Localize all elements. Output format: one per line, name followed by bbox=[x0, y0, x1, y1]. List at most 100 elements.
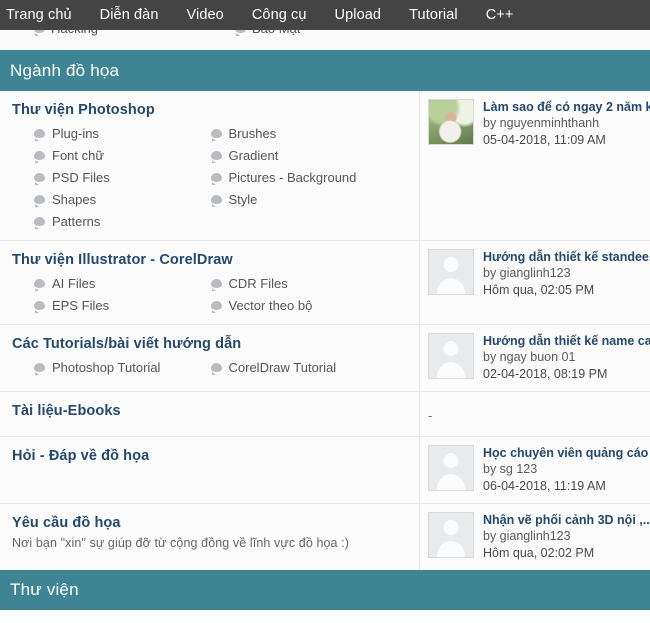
subforum-label: Photoshop Tutorial bbox=[52, 360, 161, 375]
forum-row: Hỏi - Đáp về đồ họa Học chuyên viên quảng… bbox=[0, 437, 650, 504]
forum-row: Thư viện Photoshop Plug-ins Font chữ PSD Fi… bbox=[0, 91, 650, 241]
forum-title-link[interactable]: Các Tutorials/bài viết hướng dẫn bbox=[12, 336, 409, 352]
subforum-link-bao-mat[interactable]: Bảo Mật bbox=[235, 30, 460, 36]
last-post-author[interactable]: by gianglinh123 bbox=[483, 265, 650, 282]
subforum-link[interactable]: Style bbox=[210, 192, 410, 207]
last-post-thread-link[interactable]: Hướng dẫn thiết kế name car... bbox=[483, 333, 650, 349]
last-post-date: 06-04-2018, 11:19 AM bbox=[483, 479, 606, 493]
subforum-link[interactable]: CorelDraw Tutorial bbox=[210, 360, 410, 375]
last-post-thread-link[interactable]: Làm sao để có ngay 2 năm kin... bbox=[483, 99, 650, 115]
subforum-link-hacking[interactable]: Hacking bbox=[34, 30, 230, 36]
speech-bubble-icon bbox=[34, 279, 45, 291]
forum-title-link[interactable]: Thư viện Photoshop bbox=[12, 102, 409, 118]
subforum-column: Photoshop Tutorial bbox=[12, 360, 211, 375]
last-post-cell: Nhận vẽ phối cảnh 3D nội ,... by gianglin… bbox=[420, 504, 650, 570]
forum-description: Nơi bạn "xin" sự giúp đỡ từ cộng đồng về… bbox=[12, 536, 350, 550]
section-title: Ngành đồ họa bbox=[10, 61, 120, 80]
avatar[interactable] bbox=[428, 512, 474, 558]
subforum-link[interactable]: EPS Files bbox=[34, 298, 211, 313]
clipped-subforum-row: Hacking Bảo Mật bbox=[0, 30, 650, 52]
last-post-cell: Hướng dẫn thiết kế name car... by ngay bu… bbox=[420, 325, 650, 391]
speech-bubble-icon bbox=[210, 173, 222, 185]
speech-bubble-icon bbox=[210, 301, 222, 313]
forum-info: Thư viện Illustrator - CorelDraw AI Files… bbox=[0, 241, 420, 324]
avatar[interactable] bbox=[428, 445, 474, 491]
speech-bubble-icon bbox=[34, 301, 45, 313]
last-post-text: Làm sao để có ngay 2 năm kin...by nguyen… bbox=[483, 99, 650, 149]
subforum-link[interactable]: Vector theo bộ bbox=[210, 298, 410, 313]
last-post-cell: - bbox=[420, 392, 650, 436]
nav-trang-chu[interactable]: Trang chủ bbox=[0, 7, 86, 23]
subforum-label: CorelDraw Tutorial bbox=[228, 360, 337, 375]
speech-bubble-icon bbox=[210, 279, 222, 291]
last-post-date: Hôm qua, 02:05 PM bbox=[483, 283, 595, 297]
last-post-text: Học chuyên viên quảng cáo ở...by sg 1230… bbox=[483, 445, 650, 495]
subforum-link[interactable]: Brushes bbox=[210, 126, 410, 141]
avatar[interactable] bbox=[428, 333, 474, 379]
last-post-author[interactable]: by sg 123 bbox=[483, 461, 650, 478]
subforum-link[interactable]: Plug-ins bbox=[34, 126, 211, 141]
subforum-list: AI Files EPS Files CDR Files Vector theo bộ bbox=[12, 276, 409, 313]
subforum-link[interactable]: CDR Files bbox=[210, 276, 410, 291]
subforum-link[interactable]: Photoshop Tutorial bbox=[34, 360, 211, 375]
section-header-thu-vien: Thư viện bbox=[0, 572, 650, 610]
last-post-thread-link[interactable]: Học chuyên viên quảng cáo ở... bbox=[483, 445, 650, 461]
subforum-link[interactable]: Font chữ bbox=[34, 148, 211, 163]
subforum-column: CDR Files Vector theo bộ bbox=[210, 276, 410, 313]
subforum-label: Brushes bbox=[228, 126, 277, 141]
forum-title-link[interactable]: Yêu cầu đồ họa bbox=[12, 515, 409, 531]
forum-title-link[interactable]: Thư viện Illustrator - CorelDraw bbox=[12, 252, 409, 268]
forum-row: Yêu cầu đồ họa Nơi bạn "xin" sự giúp đỡ t… bbox=[0, 504, 650, 572]
speech-bubble-icon bbox=[235, 30, 246, 36]
forum-row: Các Tutorials/bài viết hướng dẫn Photosho… bbox=[0, 325, 650, 392]
subforum-link[interactable]: Patterns bbox=[34, 214, 211, 229]
forum-title-link[interactable]: Hỏi - Đáp về đồ họa bbox=[12, 448, 409, 464]
subforum-link[interactable]: Pictures - Background bbox=[210, 170, 410, 185]
speech-bubble-icon bbox=[210, 363, 222, 375]
speech-bubble-icon bbox=[210, 151, 222, 163]
subforum-link[interactable]: AI Files bbox=[34, 276, 211, 291]
subforum-label: Shapes bbox=[52, 192, 97, 207]
last-post-thread-link[interactable]: Nhận vẽ phối cảnh 3D nội ,... bbox=[483, 512, 650, 528]
subforum-label: Style bbox=[228, 192, 258, 207]
speech-bubble-icon bbox=[34, 173, 45, 185]
speech-bubble-icon bbox=[34, 151, 45, 163]
subforum-column: Plug-ins Font chữ PSD Files Shapes Patterns bbox=[12, 126, 211, 229]
speech-bubble-icon bbox=[34, 217, 45, 229]
avatar[interactable] bbox=[428, 249, 474, 295]
avatar[interactable] bbox=[428, 99, 474, 145]
nav-video[interactable]: Video bbox=[173, 7, 238, 23]
nav-cong-cu[interactable]: Công cụ bbox=[238, 7, 321, 23]
subforum-link[interactable]: PSD Files bbox=[34, 170, 211, 185]
forum-title-link[interactable]: Tài liệu-Ebooks bbox=[12, 403, 409, 419]
forum-row: Tài liệu-Ebooks - bbox=[0, 392, 650, 437]
subforum-column: AI Files EPS Files bbox=[12, 276, 211, 313]
nav-tutorial[interactable]: Tutorial bbox=[395, 7, 472, 23]
subforum-column: CorelDraw Tutorial bbox=[210, 360, 410, 375]
forum-info: Hỏi - Đáp về đồ họa bbox=[0, 437, 420, 503]
last-post-thread-link[interactable]: Hướng dẫn thiết kế standee... bbox=[483, 249, 650, 265]
last-post-cell: Học chuyên viên quảng cáo ở...by sg 1230… bbox=[420, 437, 650, 503]
speech-bubble-icon bbox=[34, 363, 45, 375]
speech-bubble-icon bbox=[34, 195, 45, 207]
last-post-date: 05-04-2018, 11:09 AM bbox=[483, 133, 606, 147]
nav-upload[interactable]: Upload bbox=[321, 7, 396, 23]
subforum-link[interactable]: Gradient bbox=[210, 148, 410, 163]
last-post-author[interactable]: by gianglinh123 bbox=[483, 528, 650, 545]
last-post-text: Nhận vẽ phối cảnh 3D nội ,... by gianglin… bbox=[483, 512, 650, 562]
forum-info: Yêu cầu đồ họa Nơi bạn "xin" sự giúp đỡ t… bbox=[0, 504, 420, 570]
subforum-label: Patterns bbox=[52, 214, 101, 229]
subforum-list: Photoshop Tutorial CorelDraw Tutorial bbox=[12, 360, 409, 375]
nav-cpp[interactable]: C++ bbox=[472, 7, 528, 23]
nav-dien-dan[interactable]: Diễn đàn bbox=[86, 7, 173, 23]
forum-row: Thư viện Illustrator - CorelDraw AI Files… bbox=[0, 241, 650, 325]
subforum-link[interactable]: Shapes bbox=[34, 192, 211, 207]
subforum-label: PSD Files bbox=[52, 170, 110, 185]
last-post-author[interactable]: by ngay buon 01 bbox=[483, 349, 650, 366]
subforum-label: Plug-ins bbox=[52, 126, 99, 141]
last-post-author[interactable]: by nguyenminhthanh bbox=[483, 115, 650, 132]
last-post-cell: Hướng dẫn thiết kế standee... by gianglin… bbox=[420, 241, 650, 324]
forum-info: Các Tutorials/bài viết hướng dẫn Photosho… bbox=[0, 325, 420, 391]
subforum-label: CDR Files bbox=[228, 276, 288, 291]
subforum-label: Hacking bbox=[51, 30, 98, 36]
